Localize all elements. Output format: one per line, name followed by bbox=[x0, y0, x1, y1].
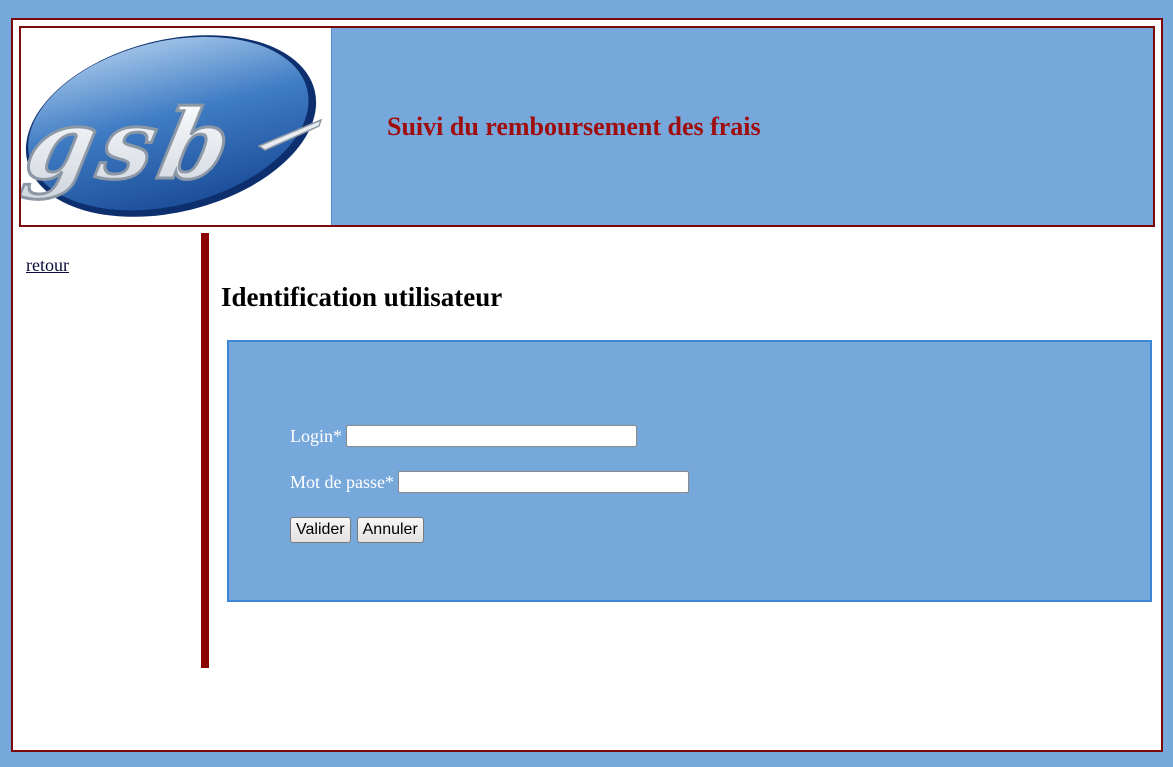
login-row: Login* bbox=[290, 425, 637, 447]
login-label: Login* bbox=[290, 425, 342, 446]
login-form-panel: Login* Mot de passe* Valider Annuler bbox=[227, 340, 1152, 602]
password-label: Mot de passe* bbox=[290, 471, 394, 492]
password-input[interactable] bbox=[397, 471, 689, 493]
sidebar-divider bbox=[201, 233, 209, 668]
back-link[interactable]: retour bbox=[26, 255, 69, 276]
password-row: Mot de passe* bbox=[290, 471, 689, 493]
header-banner: gsb Suivi du remboursement des frais bbox=[19, 26, 1155, 227]
submit-button[interactable]: Valider bbox=[290, 517, 351, 543]
page-title: Identification utilisateur bbox=[221, 282, 503, 312]
reset-button[interactable]: Annuler bbox=[356, 517, 424, 543]
page-container: gsb Suivi du remboursement des frais ret… bbox=[11, 18, 1163, 752]
logo-text: gsb bbox=[21, 88, 247, 201]
gsb-logo: gsb bbox=[21, 28, 332, 225]
app-title: Suivi du remboursement des frais bbox=[387, 112, 761, 141]
gsb-logo-image: gsb bbox=[21, 35, 323, 217]
form-buttons: Valider Annuler bbox=[290, 517, 424, 543]
sidebar: retour bbox=[13, 233, 201, 668]
login-input[interactable] bbox=[346, 425, 637, 447]
